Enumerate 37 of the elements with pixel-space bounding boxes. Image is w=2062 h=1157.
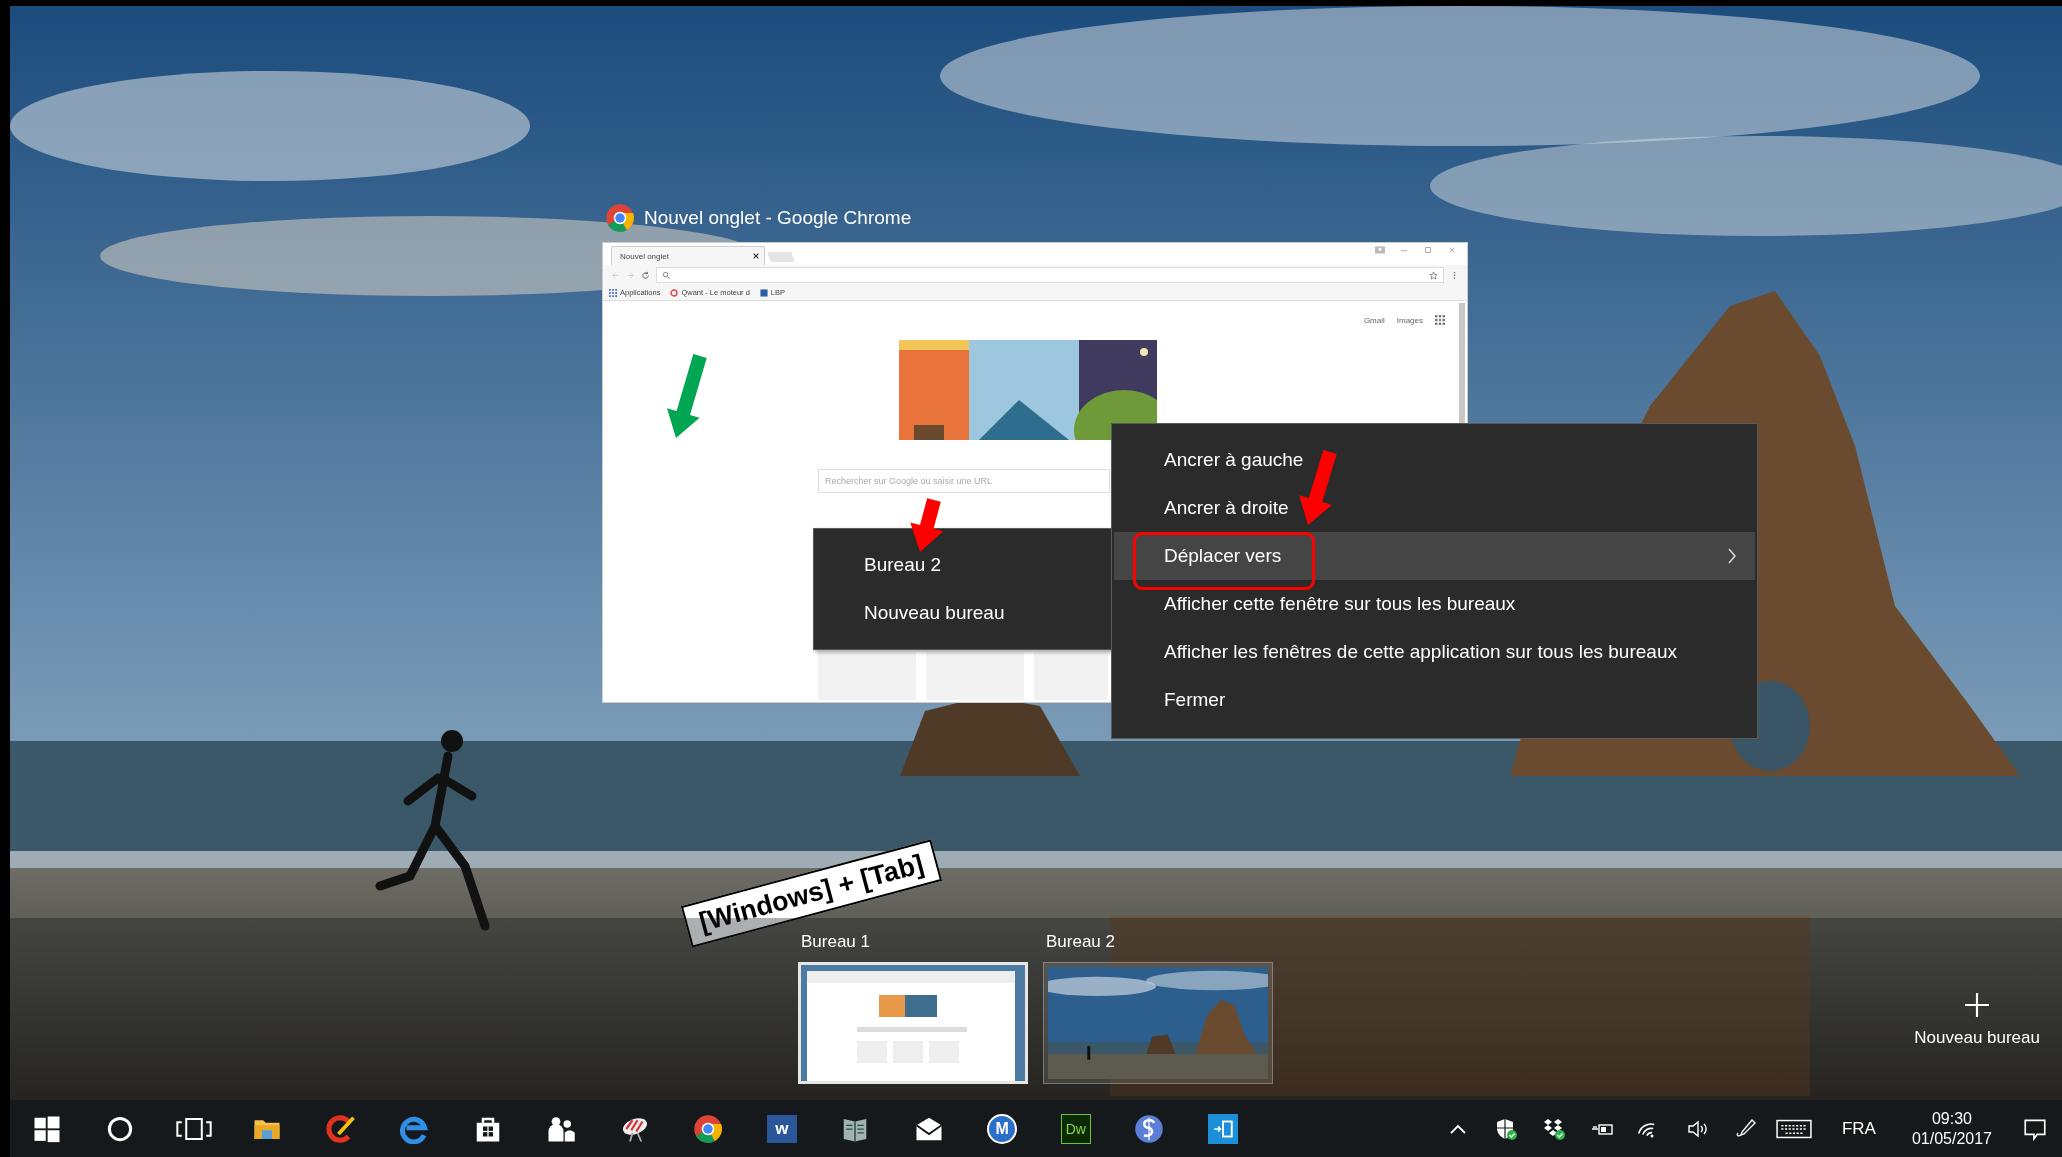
swirl-icon: [1134, 1113, 1165, 1144]
shortcut-tile[interactable]: [926, 652, 1024, 700]
search-icon: [662, 270, 671, 280]
star-icon[interactable]: [1429, 270, 1438, 280]
apps-grid-icon[interactable]: [1435, 315, 1445, 325]
desktop-label: Bureau 2: [1045, 932, 1116, 952]
header-link[interactable]: Gmail: [1363, 315, 1385, 325]
plus-icon: [1964, 992, 1991, 1018]
close-icon[interactable]: [752, 252, 760, 260]
browser-tab[interactable]: Nouvel onglet: [611, 246, 765, 265]
brush-icon: [325, 1113, 356, 1144]
browser-logo-icon: [693, 1113, 724, 1144]
taskbar-button[interactable]: Dw: [1039, 1100, 1113, 1157]
reload-icon[interactable]: [641, 270, 650, 280]
app-tile-icon: [1207, 1113, 1238, 1144]
new-desktop-button[interactable]: Nouveau bureau: [1914, 992, 2040, 1048]
taskbar-button[interactable]: w: [745, 1100, 819, 1157]
shortcut-tile[interactable]: [1034, 652, 1108, 700]
document-app-icon: w: [766, 1114, 797, 1143]
window-title: Nouvel onglet - Google Chrome: [644, 207, 912, 229]
clock[interactable]: 09:30 01/05/2017: [1893, 1109, 2010, 1148]
header-link[interactable]: Images: [1396, 315, 1423, 325]
grid-icon: [609, 288, 617, 297]
menu-item[interactable]: Déplacer vers: [1114, 532, 1755, 580]
browser-logo-icon: [605, 203, 635, 233]
letter-badge-icon: M: [987, 1113, 1018, 1144]
taskbar-button[interactable]: M: [965, 1100, 1039, 1157]
annotation-arrow: [910, 498, 944, 552]
keyboard-icon: [1775, 1117, 1812, 1140]
menu-item[interactable]: Bureau 2: [814, 541, 1112, 589]
search-field[interactable]: Rechercher sur Google ou saisir une URL: [818, 469, 1110, 493]
menu-item[interactable]: Nouveau bureau: [814, 589, 1112, 637]
shortcut-tile[interactable]: [818, 652, 916, 700]
letter-tile-icon: Dw: [1060, 1113, 1091, 1144]
language-indicator[interactable]: FRA: [1817, 1118, 1894, 1139]
ring-icon: [670, 288, 679, 297]
square-icon: [759, 288, 768, 297]
